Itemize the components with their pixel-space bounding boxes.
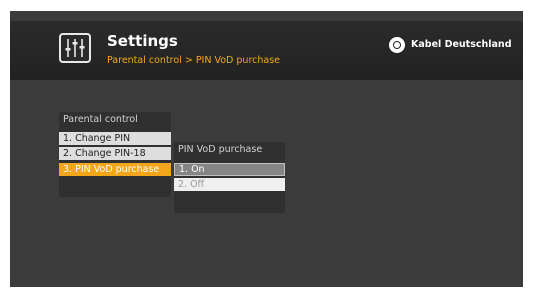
parental-control-menu: Parental control 1. Change PIN 2. Change… [59, 112, 171, 197]
vod-menu-title: PIN VoD purchase [178, 144, 263, 155]
settings-sliders-icon [59, 33, 91, 63]
kabel-deutschland-logo-icon [389, 37, 405, 53]
option-on[interactable]: 1. On [174, 163, 285, 176]
page-title: Settings [107, 32, 178, 50]
brand-name: Kabel Deutschland [411, 39, 512, 50]
breadcrumb: Parental control > PIN VoD purchase [107, 55, 280, 66]
option-off[interactable]: 2. Off [174, 178, 285, 191]
pin-vod-purchase-menu: PIN VoD purchase 1. On 2. Off [174, 142, 285, 213]
menu-item-change-pin-18[interactable]: 2. Change PIN-18 [59, 147, 171, 160]
menu-item-change-pin[interactable]: 1. Change PIN [59, 132, 171, 145]
tv-screen: Settings Parental control > PIN VoD purc… [10, 11, 523, 287]
header-bar: Settings Parental control > PIN VoD purc… [10, 21, 523, 80]
menu-item-pin-vod-purchase[interactable]: 3. PIN VoD purchase [59, 163, 171, 176]
parental-menu-title: Parental control [63, 114, 138, 125]
